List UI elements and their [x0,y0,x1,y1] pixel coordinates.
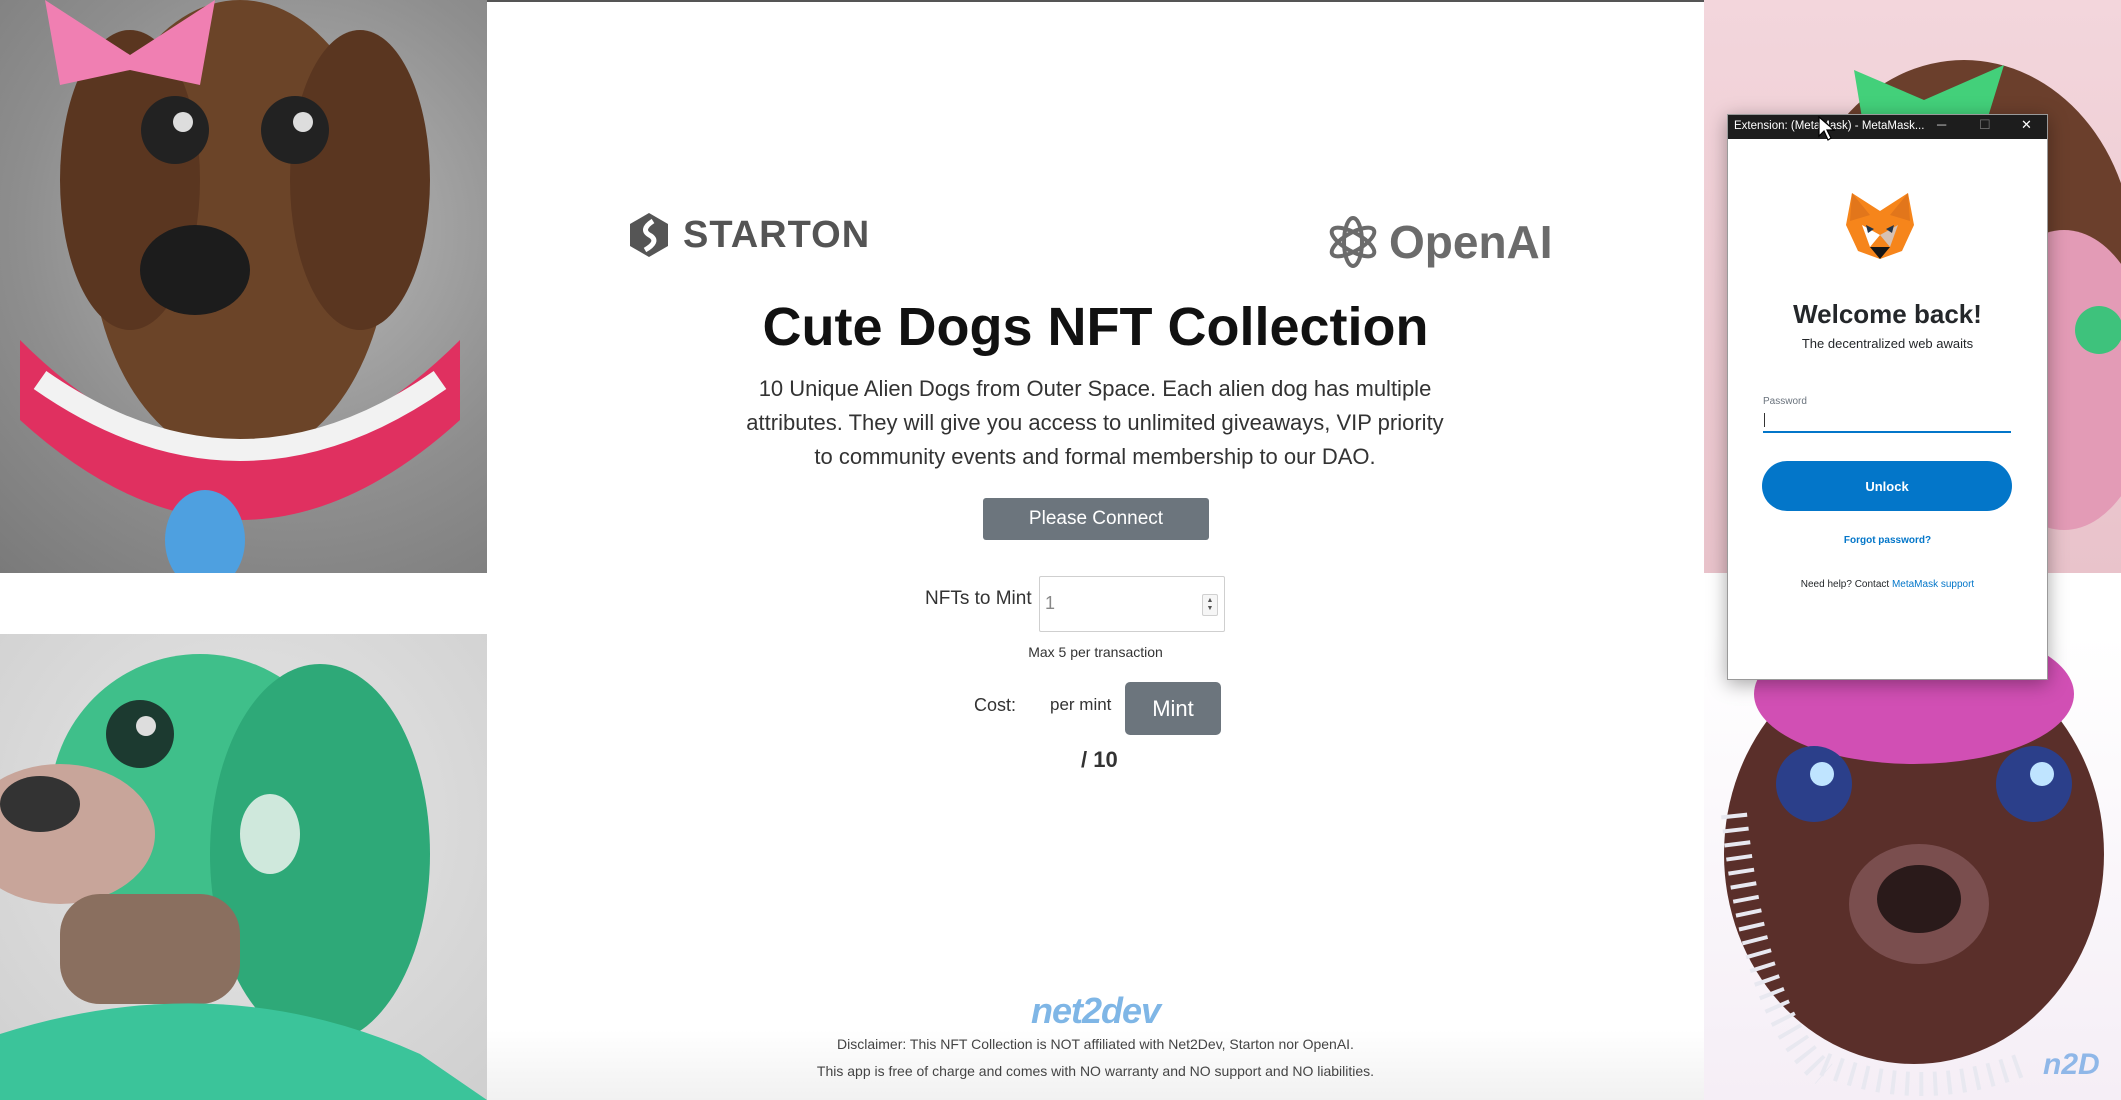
disclaimer-text: Disclaimer: This NFT Collection is NOT a… [837,1036,1354,1052]
mint-limit-note: Max 5 per transaction [1028,644,1163,660]
mint-button[interactable]: Mint [1125,682,1221,735]
openai-logo-icon [1329,216,1377,268]
mint-section: STARTON OpenAI Cute Dogs NFT Collection … [487,0,1704,1100]
starton-logo: STARTON [629,212,870,258]
metamask-fox-icon [1846,193,1914,259]
starton-logo-text: STARTON [683,213,871,256]
starton-logo-icon [630,213,668,257]
mint-quantity-input[interactable]: 1 ▲ ▼ [1039,576,1225,632]
metamask-titlebar[interactable]: Extension: (MetaMask) - MetaMask... ─ ☐ … [1728,115,2047,139]
collection-description: 10 Unique Alien Dogs from Outer Space. E… [746,376,1444,469]
password-label: Password [1763,396,1807,407]
net2dev-logo: net2dev [1030,990,1161,1031]
help-text: Need help? Contact MetaMask support [1728,579,2047,590]
maximize-icon[interactable]: ☐ [1979,117,1991,133]
metamask-welcome-heading: Welcome back! [1793,299,1982,329]
supply-counter: / 10 [1081,747,1118,772]
liability-notice: This app is free of charge and comes wit… [816,1063,1375,1079]
mouse-cursor-icon [1818,116,1836,141]
metamask-popup-window: Extension: (MetaMask) - MetaMask... ─ ☐ … [1727,114,2048,680]
help-prefix: Need help? Contact [1800,579,1890,590]
dog-image-top-left [0,0,487,573]
openai-logo: OpenAI [1325,214,1553,270]
forgot-password-link[interactable]: Forgot password? [1728,535,2047,546]
dog-image-bottom-right [1704,634,2121,1100]
cost-label: Cost: [974,695,1017,715]
per-mint-label: per mint [1050,695,1112,714]
mint-quantity-label: NFTs to Mint [925,588,1032,609]
openai-logo-text: OpenAI [1389,216,1553,268]
mint-quantity-value: 1 [1045,593,1056,613]
password-input[interactable] [1763,411,2011,433]
close-icon[interactable]: ✕ [2021,117,2032,133]
quantity-stepper[interactable]: ▲ ▼ [1202,594,1218,616]
page-title: Cute Dogs NFT Collection [762,297,1429,357]
chevron-up-icon[interactable]: ▲ [1207,597,1214,605]
chevron-down-icon[interactable]: ▼ [1207,605,1214,613]
metamask-support-link[interactable]: MetaMask support [1892,579,1974,590]
connect-wallet-button[interactable]: Please Connect [983,498,1209,540]
minimize-icon[interactable]: ─ [1937,117,1946,132]
n2d-watermark: n2D [2043,1048,2100,1081]
metamask-subtitle: The decentralized web awaits [1801,336,1974,351]
text-caret [1764,413,1765,427]
unlock-button[interactable]: Unlock [1762,461,2012,511]
dog-image-bottom-left [0,634,487,1100]
